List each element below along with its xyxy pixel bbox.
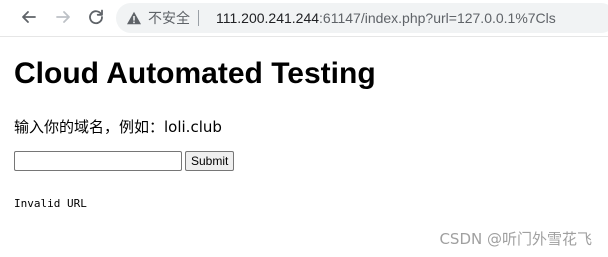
chip-divider [198, 10, 199, 26]
warning-triangle-icon [127, 11, 141, 25]
forward-button[interactable] [52, 6, 74, 28]
submit-button[interactable]: Submit [185, 151, 235, 171]
address-bar[interactable]: 不安全 111.200.241.244:61147/index.php?url=… [116, 3, 608, 33]
result-output: Invalid URL [14, 197, 87, 210]
arrow-right-icon [56, 11, 70, 23]
back-button[interactable] [18, 6, 40, 28]
url-path: :61147/index.php?url=127.0.0.1%7Cls [319, 10, 556, 26]
security-label: 不安全 [148, 11, 190, 27]
security-chip[interactable]: 不安全 [126, 3, 199, 33]
url-host: 111.200.241.244 [216, 10, 320, 26]
page-title: Cloud Automated Testing [14, 57, 376, 90]
watermark: CSDN @听门外雪花飞 [439, 230, 592, 248]
url-input[interactable] [14, 151, 182, 171]
arrow-left-icon [22, 11, 36, 23]
domain-prompt: 输入你的域名，例如：loli.club [14, 118, 222, 136]
browser-toolbar: 不安全 111.200.241.244:61147/index.php?url=… [0, 0, 608, 37]
url-text[interactable]: 111.200.241.244:61147/index.php?url=127.… [216, 3, 556, 33]
reload-button[interactable] [85, 6, 107, 28]
reload-icon [89, 9, 103, 25]
